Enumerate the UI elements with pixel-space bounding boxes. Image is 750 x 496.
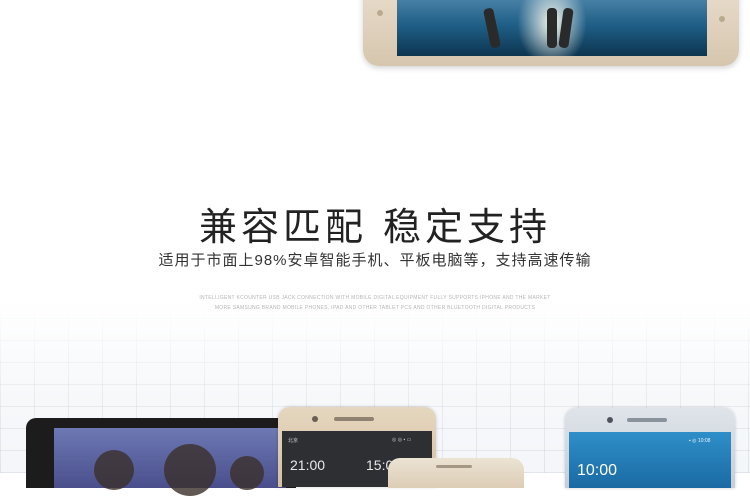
speaker-grille: [334, 417, 374, 421]
phone-screen: ▪ ◎ 10:08 10:00: [569, 432, 731, 488]
tablet-screen: [54, 428, 286, 496]
front-camera: [312, 416, 318, 422]
person-figure: [482, 7, 502, 49]
fine-print-line-2: MORE SAMSUNG BRAND MOBILE PHONES, IPAD A…: [214, 305, 536, 311]
tree-silhouette: [164, 444, 216, 496]
speaker-grille: [627, 418, 667, 422]
front-camera: [607, 417, 613, 423]
subheadline: 适用于市面上98%安卓智能手机、平板电脑等，支持高速传输: [158, 252, 592, 269]
headline: 兼容匹配 稳定支持: [198, 205, 552, 249]
clock-left: 21:00: [290, 457, 326, 473]
phone-image-silver: ▪ ◎ 10:08 10:00: [565, 408, 735, 488]
person-figure: [547, 8, 557, 48]
status-bar: ◎ ◎ ▪ ▭: [392, 437, 412, 443]
status-bar: ▪ ◎ 10:08: [689, 438, 711, 444]
tablet-image: [26, 418, 296, 496]
clock: 10:00: [577, 462, 618, 479]
phone-screen: [397, 0, 707, 56]
phone-image-top: [363, 0, 739, 66]
tree-silhouette: [94, 450, 134, 490]
speaker-grille: [436, 465, 472, 468]
phone-button-dot: [719, 16, 725, 22]
location-label: 北京: [288, 438, 299, 444]
fine-print-line-1: INTELLIGENT KCOUNTER USB JACK CONNECTION…: [199, 295, 551, 301]
phone-sensor-dot: [377, 10, 383, 16]
tree-silhouette: [230, 456, 264, 490]
phone-image-small: [388, 458, 524, 488]
